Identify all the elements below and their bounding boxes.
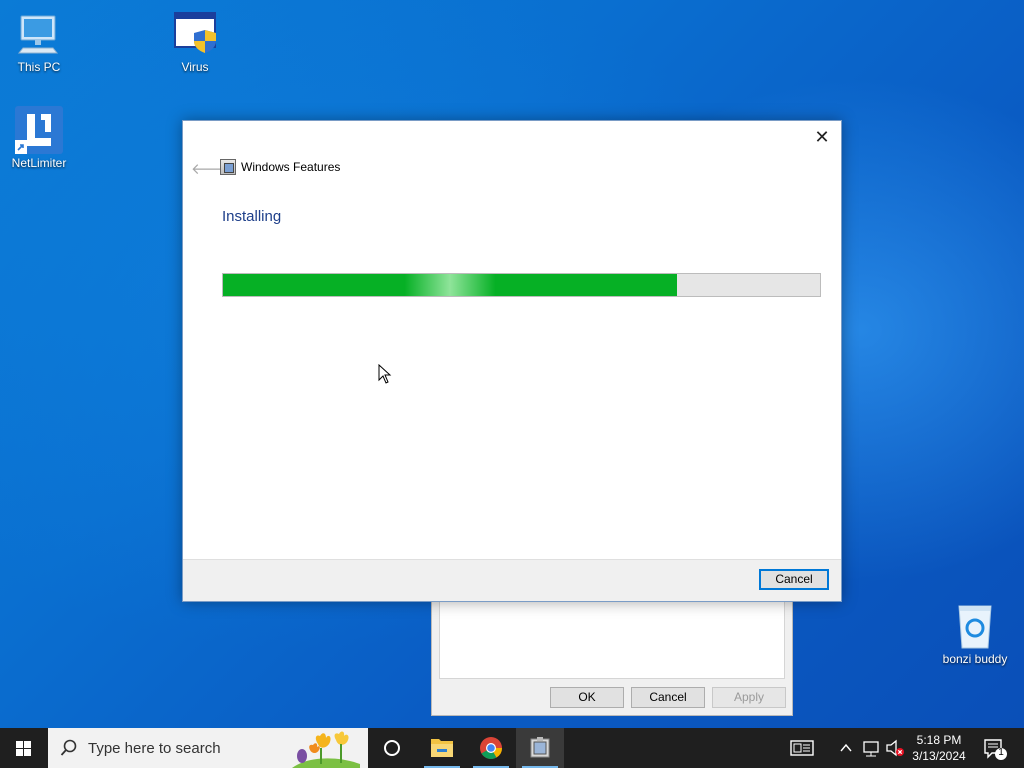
desktop-icon-this-pc[interactable]: This PC [1,10,77,74]
cancel-button-back[interactable]: Cancel [631,687,705,708]
installing-heading: Installing [222,208,282,225]
close-icon: ✕ [814,127,830,147]
windows-features-taskbar-button[interactable] [516,728,564,768]
installing-dialog: ✕ 🡐 Windows Features Installing Cancel [182,120,842,602]
search-box[interactable]: Type here to search [48,728,368,768]
action-center-button[interactable]: 1 [980,728,1010,768]
windows-features-icon [220,159,236,175]
desktop-icon-label: bonzi buddy [942,652,1008,666]
windows-features-back-dialog: OK Cancel Apply [431,598,793,716]
tulips-highlight-icon [292,731,360,768]
search-icon [60,739,77,756]
search-placeholder: Type here to search [88,740,221,757]
clock[interactable]: 5:18 PM 3/13/2024 [904,732,974,764]
desktop-icon-label: This PC [17,60,61,74]
windows-features-taskbar-icon [530,737,550,758]
netlimiter-icon [15,106,63,154]
dialog-title: Windows Features [241,160,341,174]
cancel-button[interactable]: Cancel [759,569,829,590]
computer-icon [15,10,63,58]
shield-window-icon [171,10,219,58]
notification-icon [984,739,1007,760]
dialog-footer: Cancel [183,559,841,601]
chrome-button[interactable] [467,728,515,768]
volume-tray-button[interactable] [884,728,906,768]
network-tray-button[interactable] [860,728,882,768]
desktop-icon-label: Virus [181,60,209,74]
desktop-icon-virus[interactable]: Virus [157,10,233,74]
mouse-cursor-icon [378,363,392,384]
desktop-icon-label: NetLimiter [11,156,67,170]
volume-muted-icon [886,739,904,757]
windows-logo-icon [16,741,32,756]
install-progress-bar [222,273,821,297]
notification-count-badge: 1 [998,747,1004,758]
progress-fill [223,274,677,296]
network-icon [863,741,879,757]
desktop-icon-netlimiter[interactable]: NetLimiter [1,106,77,170]
show-hidden-icons-button[interactable] [836,728,856,768]
clock-time: 5:18 PM [916,733,962,747]
clock-date: 3/13/2024 [912,749,966,763]
recycle-bin-icon [951,602,999,650]
news-icon [790,740,814,756]
file-explorer-icon [431,739,453,757]
news-widget[interactable] [784,728,820,768]
start-button[interactable] [0,728,48,768]
chevron-up-icon [840,743,852,752]
ok-button[interactable]: OK [550,687,624,708]
cortana-icon [384,740,400,756]
chrome-icon [480,737,502,759]
taskbar: Type here to search 5:18 PM 3/13/2024 1 [0,728,1024,768]
features-list[interactable] [439,601,785,679]
cortana-button[interactable] [368,728,416,768]
file-explorer-button[interactable] [418,728,466,768]
close-button[interactable]: ✕ [811,127,833,147]
apply-button: Apply [712,687,786,708]
desktop-icon-bonzi-buddy[interactable]: bonzi buddy [937,602,1013,666]
